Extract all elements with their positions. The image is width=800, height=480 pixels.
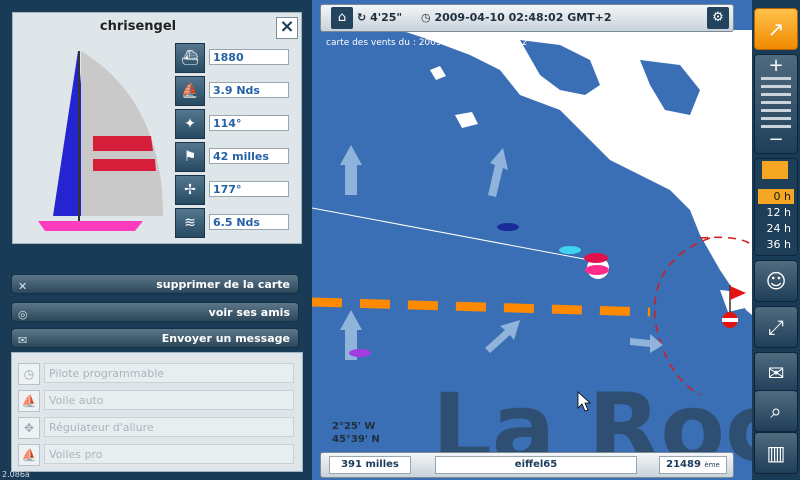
option-pace-regulator[interactable]: ✥ Régulateur d'allure <box>18 416 296 439</box>
zoom-levels <box>761 77 791 129</box>
version-label: 2.086a <box>2 470 30 479</box>
option-label: Régulateur d'allure <box>44 417 294 437</box>
zoom-slider[interactable]: + − <box>754 54 798 154</box>
see-friends-button[interactable]: ◎ voir ses amis <box>11 302 299 322</box>
options-box: ◷ Pilote programmable ⛵ Voile auto ✥ Rég… <box>11 352 303 472</box>
podium-icon[interactable]: ▥ <box>754 432 798 474</box>
clock-icon: ◷ <box>18 363 40 385</box>
player-name: eiffel65 <box>435 456 637 474</box>
fullscreen-icon[interactable]: ⤢ <box>754 306 798 348</box>
coordinates: 2°25' W 45°39' N <box>332 420 380 446</box>
compass-heading-icon: ✦ <box>175 109 205 139</box>
elapsed-time: ↻ 4'25" <box>357 5 402 31</box>
top-bar: ⌂ ↻ 4'25" ◷ 2009-04-10 02:48:02 GMT+2 ⚙ <box>320 4 734 32</box>
boat-card: chrisengel × ⛴ 1880 ⛵ 3.9 Nds ✦ 114° ⚑ 4… <box>12 12 302 244</box>
option-label: Pilote programmable <box>44 363 294 383</box>
longitude: 2°25' W <box>332 421 376 432</box>
stat-value: 114° <box>209 115 289 131</box>
boat-speed-icon: ⛵ <box>175 76 205 106</box>
sail-icon: ⛵ <box>18 390 40 412</box>
stat-value: 177° <box>209 181 289 197</box>
wind-map-label: carte des vents du : 2009-04-09 23h GMT+… <box>326 38 528 48</box>
datetime-value: 2009-04-10 02:48:02 GMT+2 <box>434 11 612 24</box>
friends-icon: ◎ <box>18 308 28 321</box>
remove-from-map-label: supprimer de la carte <box>156 278 290 291</box>
envelope-icon: ✉ <box>18 334 28 347</box>
stat-distance: ⚑ 42 milles <box>175 142 291 172</box>
distance-value: 391 milles <box>329 456 411 474</box>
stat-wind-direction: ✢ 177° <box>175 175 291 205</box>
wind-direction-icon: ✢ <box>175 175 205 205</box>
distance-flag-icon: ⚑ <box>175 142 205 172</box>
boat-name: chrisengel <box>99 19 177 34</box>
wind-regulator-icon: ✥ <box>18 417 40 439</box>
stat-wind-speed: ≋ 6.5 Nds <box>175 208 291 238</box>
option-label: Voiles pro <box>44 444 294 464</box>
rank-value: 21489 <box>666 459 701 470</box>
boat-marker[interactable] <box>559 246 581 254</box>
forecast-calendar-icon <box>762 161 788 179</box>
send-message-button[interactable]: ✉ Envoyer un message <box>11 328 299 348</box>
stat-rank: ⛴ 1880 <box>175 43 291 73</box>
boat-info-panel: chrisengel × ⛴ 1880 ⛵ 3.9 Nds ✦ 114° ⚑ 4… <box>0 0 312 480</box>
stat-value: 1880 <box>209 49 289 65</box>
boat-sail-image <box>38 51 163 231</box>
boat-marker[interactable] <box>349 349 371 357</box>
send-message-label: Envoyer un message <box>161 332 290 345</box>
rank-suffix: ème <box>704 461 720 469</box>
friends-icon[interactable]: ☺ <box>754 260 798 302</box>
export-icon[interactable]: ↗ <box>754 8 798 50</box>
message-icon[interactable]: ✉ <box>754 352 798 394</box>
wind-speed-icon: ≋ <box>175 208 205 238</box>
forecast-36h[interactable]: 36 h <box>758 237 794 252</box>
search-icon[interactable]: ⌕ <box>754 390 798 432</box>
datetime: ◷ 2009-04-10 02:48:02 GMT+2 <box>421 5 612 31</box>
bottom-bar: 391 milles eiffel65 21489 ème <box>320 452 734 478</box>
option-programmable-pilot[interactable]: ◷ Pilote programmable <box>18 362 296 385</box>
close-icon[interactable]: × <box>276 17 298 39</box>
option-label: Voile auto <box>44 390 294 410</box>
settings-gear-icon[interactable]: ⚙ <box>707 7 729 29</box>
see-friends-label: voir ses amis <box>208 306 290 319</box>
stat-speed: ⛵ 3.9 Nds <box>175 76 291 106</box>
stat-value: 6.5 Nds <box>209 214 289 230</box>
forecast-0h[interactable]: 0 h <box>758 189 794 204</box>
remove-from-map-button[interactable]: ✕ supprimer de la carte <box>11 274 299 294</box>
option-auto-sail[interactable]: ⛵ Voile auto <box>18 389 296 412</box>
stat-value: 3.9 Nds <box>209 82 289 98</box>
zoom-out-icon[interactable]: − <box>755 129 797 151</box>
forecast-12h[interactable]: 12 h <box>758 205 794 220</box>
stat-heading: ✦ 114° <box>175 109 291 139</box>
clock-icon: ◷ <box>421 11 431 24</box>
home-icon[interactable]: ⌂ <box>331 7 353 29</box>
boat-rank-icon: ⛴ <box>175 43 205 73</box>
right-toolbar: ↗ + − 0 h 12 h 24 h 36 h ☺ ⤢ ✉ ⌕ ▥ <box>752 0 800 480</box>
rank-display: 21489 ème <box>659 456 727 474</box>
forecast-hours: 0 h 12 h 24 h 36 h <box>754 158 798 256</box>
refresh-icon: ↻ <box>357 11 367 24</box>
stat-value: 42 milles <box>209 148 289 164</box>
remove-icon: ✕ <box>18 280 28 293</box>
latitude: 45°39' N <box>332 434 380 445</box>
zoom-in-icon[interactable]: + <box>755 55 797 77</box>
option-pro-sails[interactable]: ⛵ Voiles pro <box>18 443 296 466</box>
elapsed-value: 4'25" <box>370 11 403 24</box>
forecast-24h[interactable]: 24 h <box>758 221 794 236</box>
pro-sails-icon: ⛵ <box>18 444 40 466</box>
boat-marker[interactable] <box>497 223 519 231</box>
